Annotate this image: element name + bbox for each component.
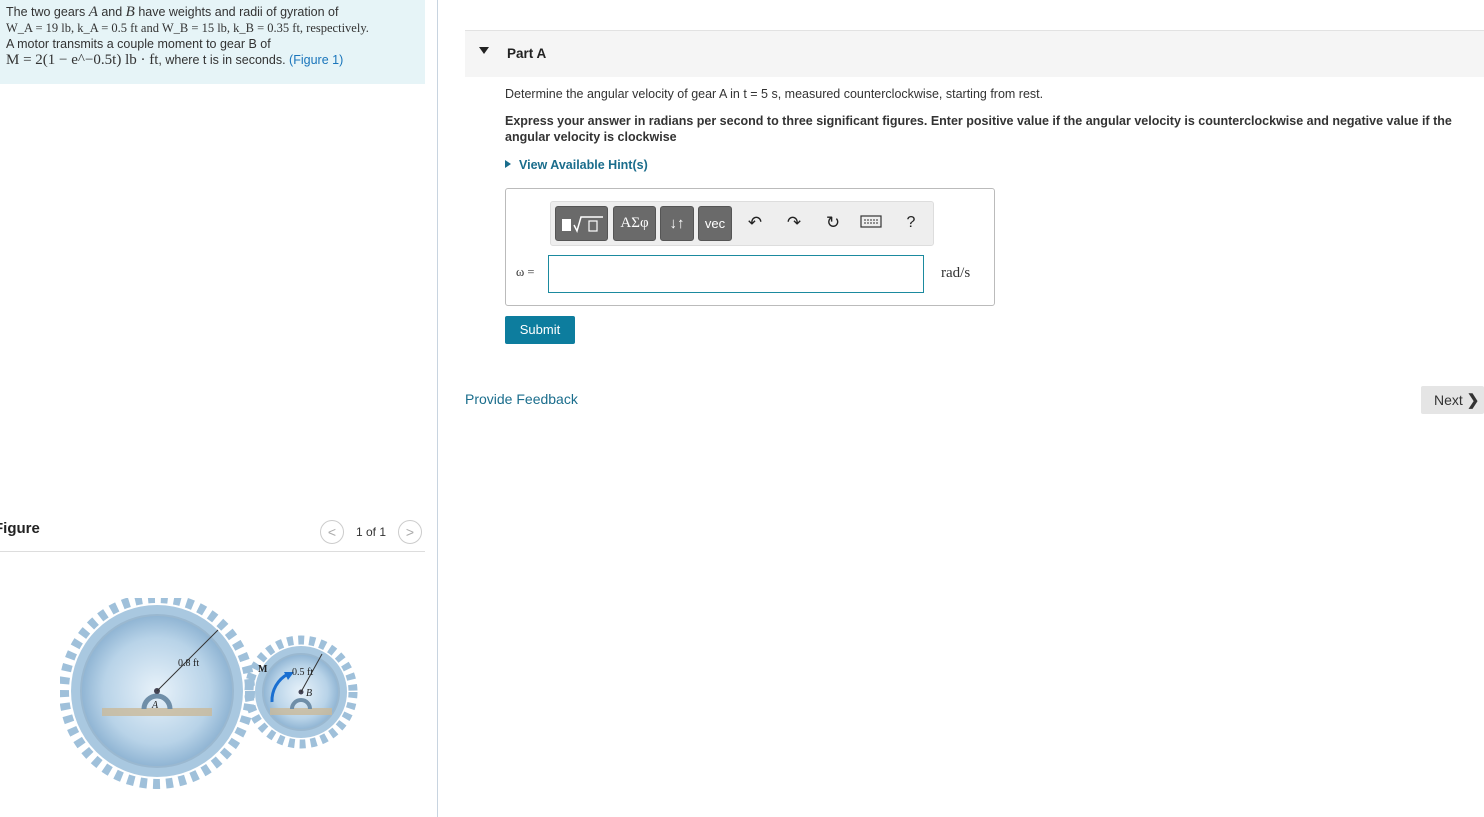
gear-a-radius-label: 0.8 ft: [178, 658, 199, 669]
part-title: Part A: [507, 46, 547, 61]
figure-prev-button[interactable]: <: [320, 520, 344, 544]
gear-a-label: A: [151, 700, 159, 711]
collapse-caret-icon[interactable]: [479, 47, 489, 54]
gear-b-label: B: [306, 688, 312, 699]
problem-statement: The two gears A and B have weights and r…: [0, 0, 425, 84]
answer-input[interactable]: [548, 255, 924, 293]
var-b: B: [125, 4, 135, 20]
figure-title: Figure: [0, 520, 40, 537]
unit-label: rad/s: [941, 265, 971, 281]
omega-label: ω =: [516, 265, 535, 279]
gear-a: 0.8 ft A: [60, 598, 255, 789]
math-toolbar: ΑΣφ ↓↑ vec ↶ ↷ ↻ ?: [550, 201, 934, 246]
problem-line-4: M = 2(1 − e^−0.5t) lb · ft, where t is i…: [6, 52, 419, 68]
moment-equation: M = 2(1 − e^−0.5t) lb · ft: [6, 52, 159, 68]
part-header[interactable]: Part A: [465, 30, 1484, 77]
submit-button[interactable]: Submit: [505, 316, 575, 344]
var-a: A: [88, 4, 98, 20]
templates-button[interactable]: [555, 206, 608, 241]
figure-header: Figure < 1 of 1 >: [0, 518, 425, 552]
figure-counter: 1 of 1: [356, 525, 387, 539]
problem-values: W_A = 19 lb, k_A = 0.5 ft and W_B = 15 l…: [6, 21, 369, 35]
figure-link[interactable]: (Figure 1): [289, 53, 343, 67]
instruction-text: Express your answer in radians per secon…: [505, 114, 1452, 144]
greek-symbols-button[interactable]: ΑΣφ: [613, 206, 656, 241]
answer-box: ΑΣφ ↓↑ vec ↶ ↷ ↻ ? ω = rad/s: [505, 188, 995, 306]
figure-next-button[interactable]: >: [398, 520, 422, 544]
problem-text: have weights and radii of gyration of: [134, 5, 339, 19]
right-pane: Part A Determine the angular velocity of…: [439, 0, 1484, 817]
redo-icon[interactable]: ↷: [782, 211, 806, 235]
view-hints-link[interactable]: View Available Hint(s): [505, 158, 648, 172]
moment-label: M: [258, 664, 268, 675]
keyboard-icon[interactable]: [859, 211, 883, 235]
question-text: Determine the angular velocity of gear A…: [505, 87, 1044, 101]
left-pane: The two gears A and B have weights and r…: [0, 0, 438, 817]
help-icon[interactable]: ?: [899, 211, 923, 235]
subscript-superscript-button[interactable]: ↓↑: [660, 206, 694, 241]
chevron-right-icon: ❯: [1466, 392, 1480, 409]
problem-line-3: A motor transmits a couple moment to gea…: [6, 36, 419, 52]
gears-figure: 0.8 ft A M 0.5 ft B: [60, 598, 358, 789]
problem-text: A motor transmits a couple moment to gea…: [6, 37, 271, 51]
expand-triangle-icon: [505, 160, 511, 168]
problem-text: The two gears: [6, 5, 89, 19]
next-button[interactable]: Next ❯: [1421, 386, 1484, 414]
problem-line-2: W_A = 19 lb, k_A = 0.5 ft and W_B = 15 l…: [6, 20, 419, 36]
vector-button[interactable]: vec: [698, 206, 732, 241]
undo-icon[interactable]: ↶: [743, 211, 767, 235]
problem-text: and: [97, 5, 126, 19]
next-label: Next: [1434, 392, 1463, 408]
gear-b-radius-label: 0.5 ft: [292, 667, 313, 678]
view-hints-label: View Available Hint(s): [519, 158, 648, 172]
problem-line-1: The two gears A and B have weights and r…: [6, 4, 419, 20]
provide-feedback-link[interactable]: Provide Feedback: [465, 391, 578, 407]
templates-icon: [562, 216, 603, 234]
problem-text: , where t is in seconds.: [158, 53, 286, 67]
reset-icon[interactable]: ↻: [821, 211, 845, 235]
gear-b: M 0.5 ft B: [244, 635, 358, 749]
